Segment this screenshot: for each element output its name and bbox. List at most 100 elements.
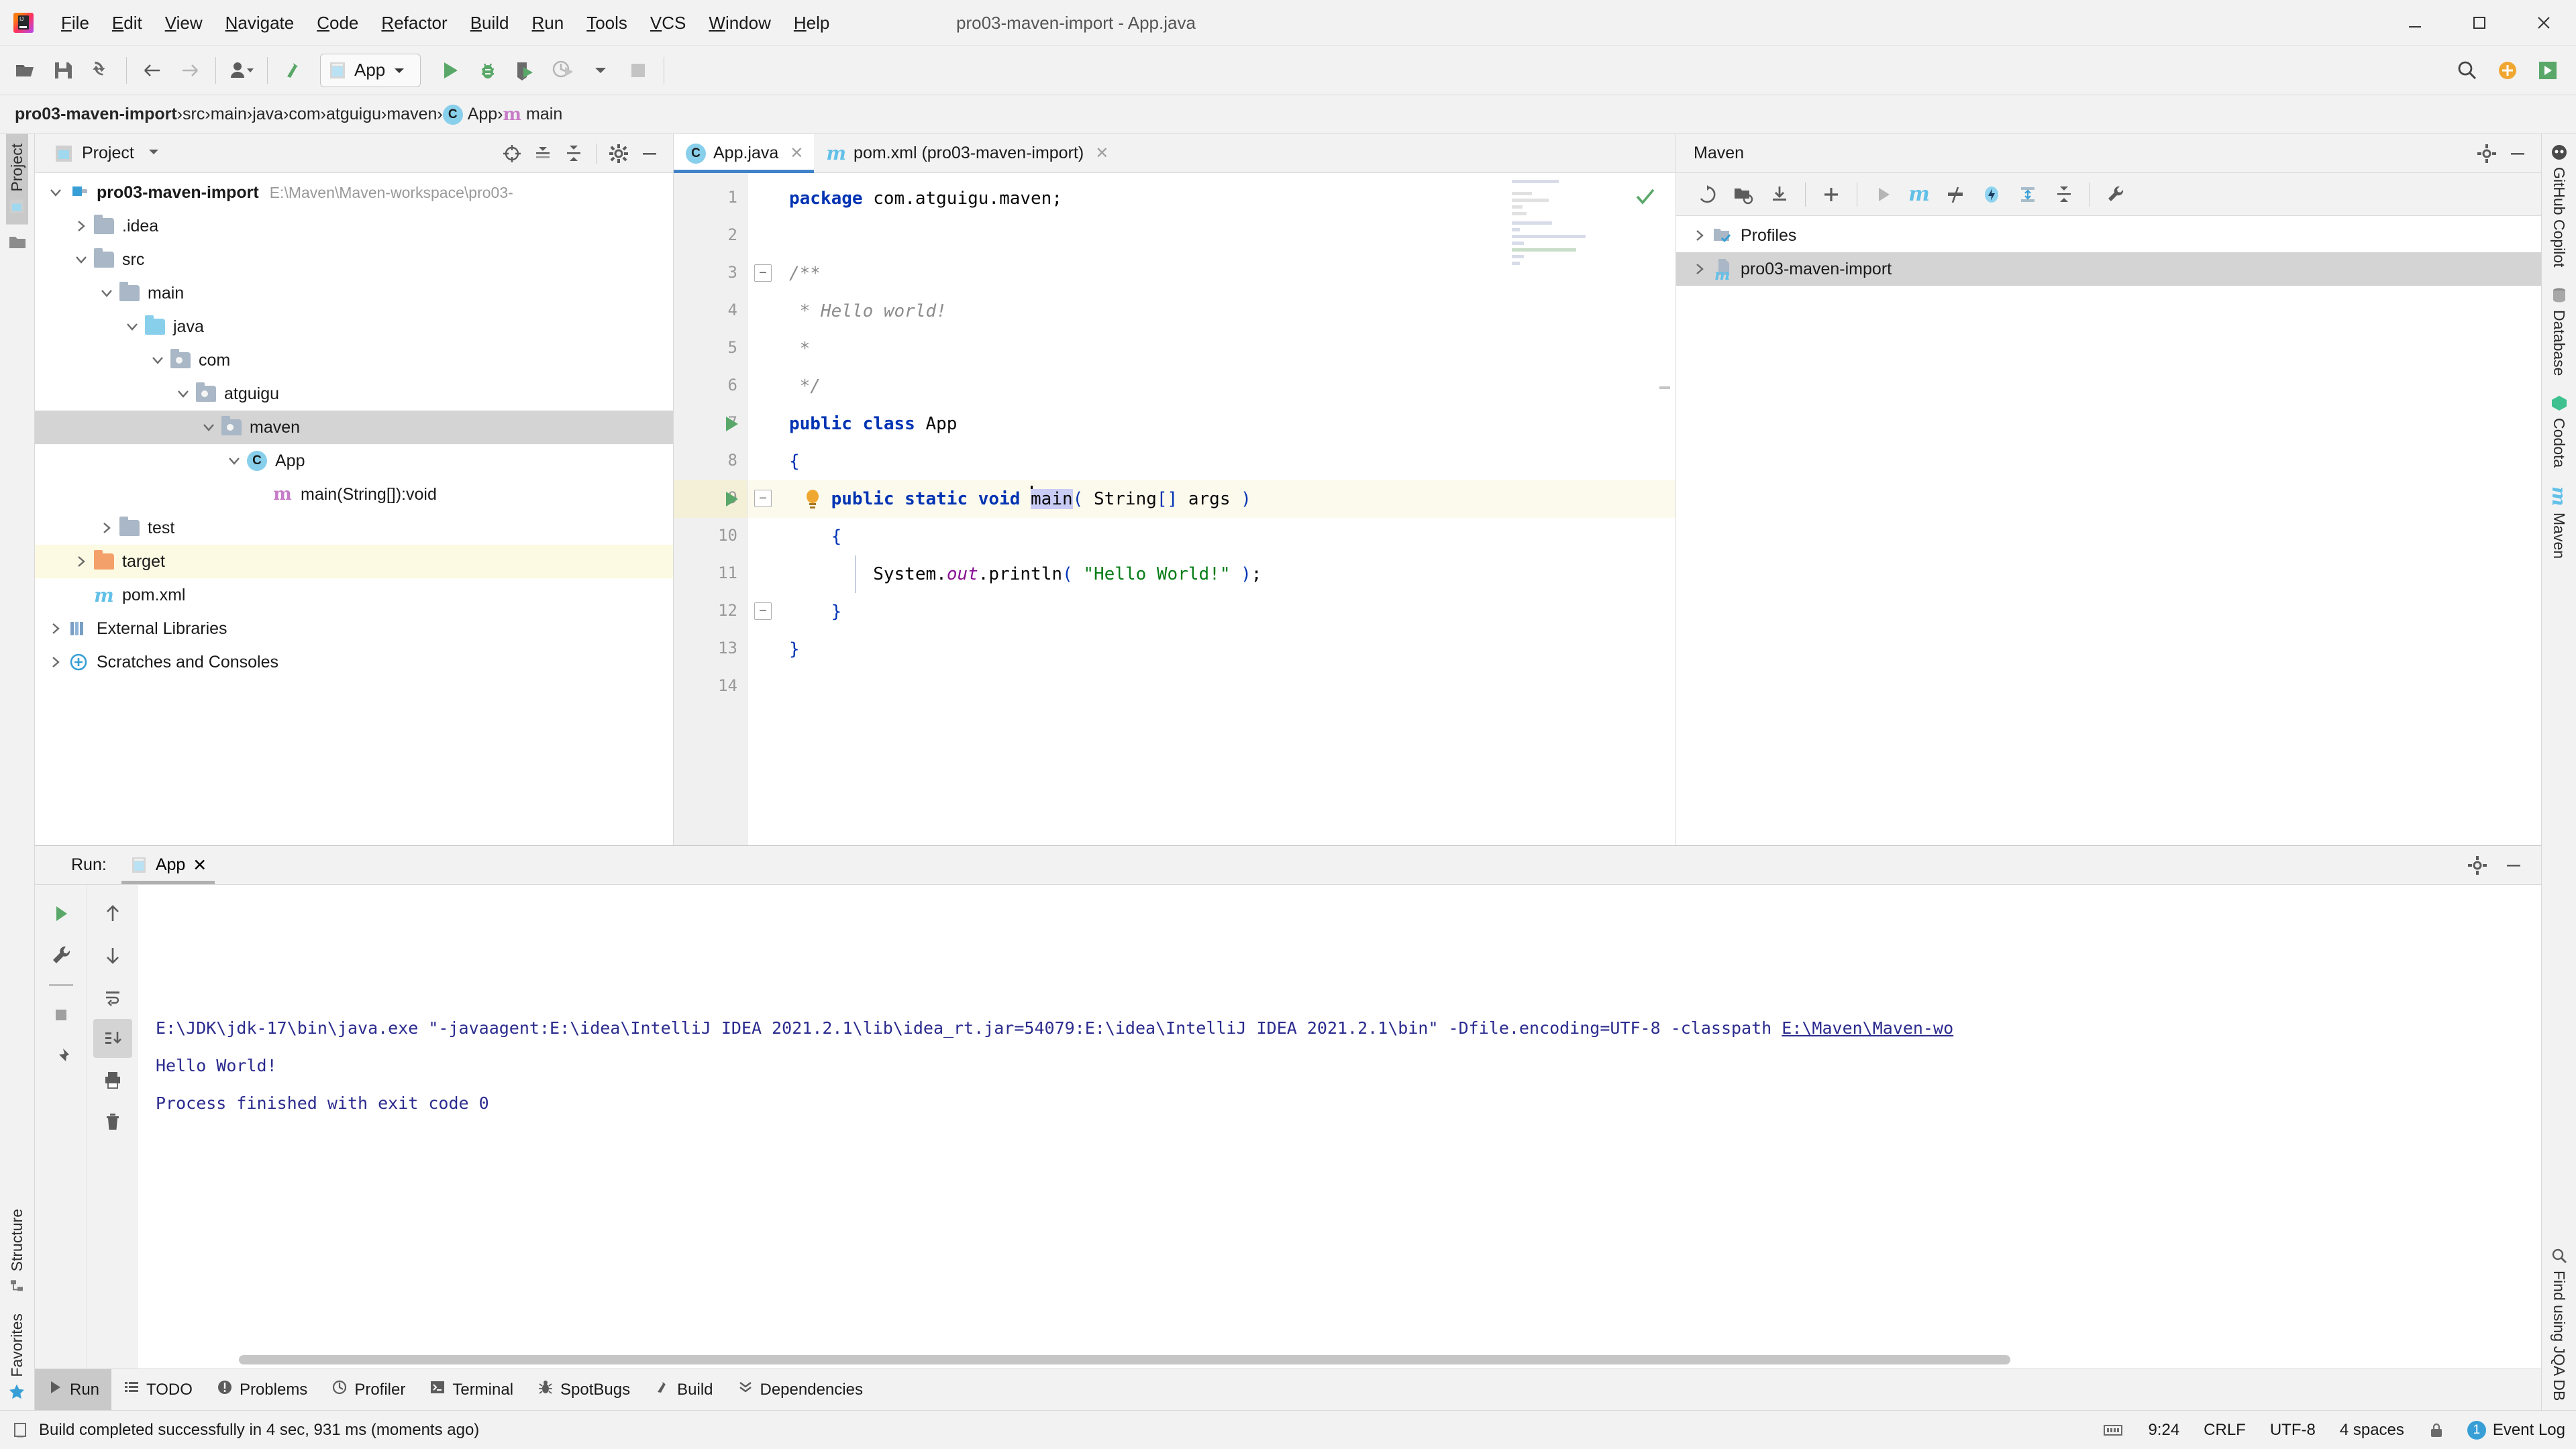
code-fold-toggle[interactable]: − [754, 264, 772, 282]
gear-icon[interactable] [603, 138, 634, 169]
stop-icon[interactable] [42, 996, 81, 1034]
console-output[interactable]: E:\JDK\jdk-17\bin\java.exe "-javaagent:E… [138, 885, 2541, 1368]
tree-twisty[interactable] [70, 219, 93, 233]
menu-help[interactable]: Help [782, 0, 841, 46]
tree-node-pro03-maven-import[interactable]: pro03-maven-import E:\Maven\Maven-workspa… [35, 176, 673, 209]
forward-arrow-icon[interactable] [171, 52, 209, 89]
save-icon[interactable] [44, 52, 82, 89]
indent-setting[interactable]: 4 spaces [2328, 1421, 2416, 1440]
toolwindow-build[interactable]: Build [642, 1369, 725, 1410]
down-arrow-icon[interactable] [93, 936, 132, 975]
tree-twisty[interactable] [95, 521, 118, 535]
menu-file[interactable]: File [50, 0, 101, 46]
tree-node-target[interactable]: target [35, 545, 673, 578]
maven-node-profiles[interactable]: Profiles [1676, 219, 2541, 252]
rail-tab-github-copilot[interactable]: GitHub Copilot [2548, 134, 2570, 277]
close-icon[interactable]: ✕ [790, 144, 803, 163]
trash-icon[interactable] [93, 1102, 132, 1141]
tree-node-app[interactable]: C App [35, 444, 673, 478]
lock-icon[interactable] [2416, 1421, 2457, 1439]
tree-twisty[interactable] [172, 386, 195, 401]
toggle-offline-icon[interactable] [1974, 177, 2009, 212]
hide-icon[interactable] [634, 138, 665, 169]
tree-twisty[interactable] [223, 453, 246, 468]
ide-services-icon[interactable] [2529, 52, 2567, 89]
tree-node-scratches-and-consoles[interactable]: Scratches and Consoles [35, 645, 673, 679]
gear-icon[interactable] [2471, 138, 2502, 169]
rail-tab-structure[interactable]: Structure [6, 1199, 28, 1304]
gear-icon[interactable] [2462, 850, 2493, 881]
reimport-icon[interactable] [1690, 177, 1724, 212]
stop-button[interactable] [619, 52, 657, 89]
run-gutter-icon[interactable] [726, 492, 738, 506]
intention-bulb-icon[interactable] [804, 488, 821, 510]
close-icon[interactable] [2512, 0, 2576, 46]
toolwindow-profiler[interactable]: Profiler [319, 1369, 417, 1410]
editor-fold-gutter[interactable]: − − − [748, 173, 780, 845]
menu-window[interactable]: Window [697, 0, 782, 46]
tree-node-pom-xml[interactable]: m pom.xml [35, 578, 673, 612]
editor-tab-app-java[interactable]: C App.java ✕ [674, 134, 815, 173]
rail-tab-codota[interactable]: Codota [2548, 385, 2570, 477]
tree-node-external-libraries[interactable]: External Libraries [35, 612, 673, 645]
tree-twisty[interactable] [197, 420, 220, 435]
tree-twisty[interactable] [70, 252, 93, 267]
tree-twisty[interactable] [70, 554, 93, 569]
updates-available-icon[interactable] [2489, 52, 2526, 89]
toolwindow-problems[interactable]: Problems [205, 1369, 319, 1410]
expand-all-icon[interactable] [527, 138, 558, 169]
menu-vcs[interactable]: VCS [639, 0, 697, 46]
menu-navigate[interactable]: Navigate [214, 0, 306, 46]
toolwindow-todo[interactable]: TODO [111, 1369, 205, 1410]
maximize-icon[interactable] [2447, 0, 2512, 46]
rail-tab-project[interactable]: Project [6, 134, 28, 225]
sync-icon[interactable] [82, 52, 119, 89]
chevron-down-icon[interactable] [146, 144, 161, 162]
console-link[interactable]: E:\Maven\Maven-wo [1782, 1018, 1953, 1038]
editor-gutter[interactable]: 1 2 3 4 5 6 7 8 9 10 11 12 13 14 [674, 173, 748, 845]
breadcrumb-item-pro03-maven-import[interactable]: pro03-maven-import [15, 105, 177, 124]
rerun-icon[interactable] [42, 894, 81, 933]
tree-twisty[interactable] [146, 353, 169, 368]
code-fold-toggle[interactable]: − [754, 602, 772, 620]
tree-twisty[interactable] [95, 286, 118, 301]
breadcrumb-item-app[interactable]: C App [442, 104, 497, 125]
profile-button[interactable] [544, 52, 582, 89]
tree-twisty[interactable] [1688, 262, 1711, 276]
run-button[interactable] [431, 52, 469, 89]
breadcrumb-item-main[interactable]: main [211, 105, 247, 124]
toolwindow-run[interactable]: Run [35, 1369, 112, 1410]
tree-twisty[interactable] [44, 621, 67, 636]
memory-indicator-icon[interactable] [2090, 1421, 2136, 1439]
download-sources-icon[interactable] [1762, 177, 1797, 212]
back-arrow-icon[interactable] [134, 52, 171, 89]
menu-tools[interactable]: Tools [575, 0, 639, 46]
toolwindow-terminal[interactable]: Terminal [417, 1369, 525, 1410]
breadcrumb-item-src[interactable]: src [183, 105, 205, 124]
menu-code[interactable]: Code [305, 0, 370, 46]
tree-node--idea[interactable]: .idea [35, 209, 673, 243]
run-with-coverage-button[interactable] [507, 52, 544, 89]
tree-node-main-string----void[interactable]: m main(String[]):void [35, 478, 673, 511]
rail-tab-structure-top[interactable] [6, 225, 29, 260]
up-arrow-icon[interactable] [93, 894, 132, 933]
settings-wrench-icon[interactable] [42, 936, 81, 975]
toolwindow-dependencies[interactable]: Dependencies [725, 1369, 875, 1410]
editor-minimap[interactable] [1508, 173, 1676, 307]
vcs-user-icon[interactable] [223, 52, 260, 89]
breadcrumb-item-maven[interactable]: maven [387, 105, 437, 124]
tree-twisty[interactable] [1688, 228, 1711, 243]
hide-icon[interactable] [2498, 850, 2529, 881]
add-maven-project-icon[interactable] [1814, 177, 1849, 212]
line-separator[interactable]: CRLF [2192, 1421, 2258, 1440]
tree-node-atguigu[interactable]: atguigu [35, 377, 673, 411]
settings-wrench-icon[interactable] [2098, 177, 2133, 212]
toolwindow-spotbugs[interactable]: SpotBugs [525, 1369, 642, 1410]
soft-wrap-icon[interactable] [93, 977, 132, 1016]
scroll-to-end-icon[interactable] [93, 1019, 132, 1058]
locate-icon[interactable] [497, 138, 527, 169]
tree-twisty[interactable] [121, 319, 144, 334]
collapse-all-icon[interactable] [2047, 177, 2081, 212]
pin-icon[interactable] [42, 1037, 81, 1076]
hide-icon[interactable] [2502, 138, 2533, 169]
